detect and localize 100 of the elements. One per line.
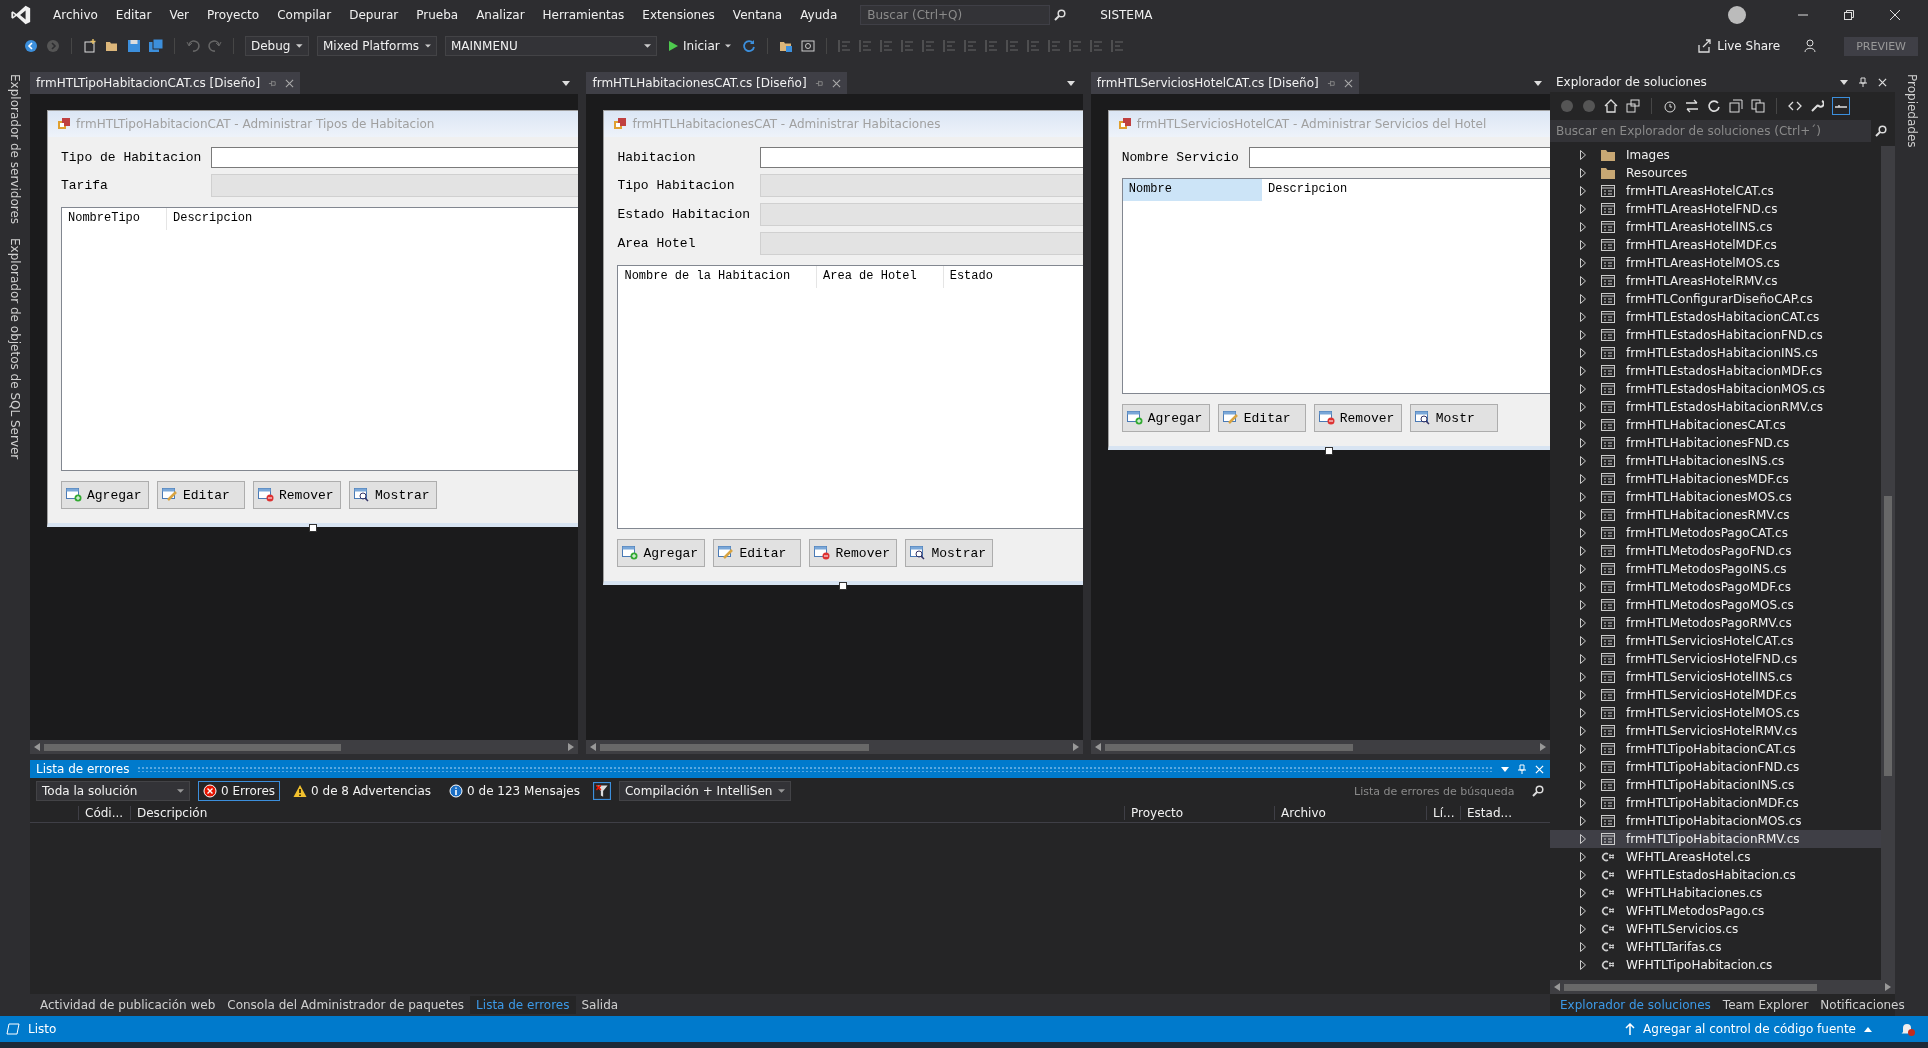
- column-header[interactable]: Nombre: [1122, 179, 1262, 201]
- side-panel-tab[interactable]: Explorador de servidores: [8, 74, 22, 225]
- menu-item[interactable]: Analizar: [467, 8, 534, 22]
- tree-item[interactable]: frmHTLAreasHotelRMV.cs: [1550, 272, 1881, 290]
- tree-item[interactable]: frmHTLServiciosHotelMDF.cs: [1550, 686, 1881, 704]
- sync-icon[interactable]: [1685, 99, 1699, 113]
- panel-tab[interactable]: Salida: [575, 996, 625, 1014]
- startup-project-dropdown[interactable]: MAINMENU: [445, 36, 657, 56]
- tree-item[interactable]: frmHTLAreasHotelMOS.cs: [1550, 254, 1881, 272]
- scroll-right-icon[interactable]: [568, 743, 575, 751]
- dropdown-arrow-icon[interactable]: [1840, 79, 1848, 85]
- dropdown-arrow-icon[interactable]: [562, 80, 571, 86]
- scope-dropdown[interactable]: Toda la solución: [36, 781, 190, 801]
- switch-views-icon[interactable]: [1626, 99, 1640, 113]
- menu-item[interactable]: Proyecto: [198, 8, 269, 22]
- undo-icon[interactable]: [186, 39, 200, 53]
- tree-item[interactable]: frmHTLTipoHabitacionMOS.cs: [1550, 812, 1881, 830]
- tree-item[interactable]: WFHTLServicios.cs: [1550, 920, 1881, 938]
- search-icon[interactable]: [1054, 9, 1067, 21]
- menu-item[interactable]: Editar: [106, 8, 161, 22]
- column-header[interactable]: Estad...: [1460, 806, 1520, 820]
- tree-item[interactable]: WFHTLHabitaciones.cs: [1550, 884, 1881, 902]
- tree-item[interactable]: frmHTLAreasHotelMDF.cs: [1550, 236, 1881, 254]
- platform-dropdown[interactable]: Mixed Platforms: [317, 36, 437, 56]
- scroll-right-icon[interactable]: [1072, 743, 1079, 751]
- close-icon[interactable]: [1343, 78, 1353, 88]
- dropdown-arrow-icon[interactable]: [1534, 80, 1542, 86]
- scrollbar-thumb[interactable]: [44, 743, 342, 751]
- scroll-left-icon[interactable]: [1094, 743, 1101, 751]
- column-header[interactable]: Archivo: [1274, 806, 1426, 820]
- form-button[interactable]: Remover: [1313, 404, 1402, 432]
- close-icon[interactable]: [285, 78, 295, 88]
- document-tab[interactable]: frmHTLTipoHabitacionCAT.cs [Diseño]: [30, 72, 301, 94]
- tree-item[interactable]: frmHTLMetodosPagoMOS.cs: [1550, 596, 1881, 614]
- tree-item[interactable]: WFHTLAreasHotel.cs: [1550, 848, 1881, 866]
- side-panel-tab[interactable]: Propiedades: [1904, 74, 1919, 148]
- folder-icon[interactable]: [105, 39, 119, 53]
- notification-bell-icon[interactable]: [1900, 1021, 1916, 1037]
- column-header[interactable]: Estado: [943, 266, 1019, 288]
- configuration-dropdown[interactable]: Debug: [245, 36, 309, 56]
- form-button[interactable]: Remover: [809, 539, 898, 567]
- scroll-left-icon[interactable]: [1554, 983, 1560, 991]
- resize-handle[interactable]: [839, 582, 848, 590]
- search-icon[interactable]: [1532, 785, 1544, 797]
- screenshot-icon[interactable]: [800, 39, 815, 53]
- filter-icon[interactable]: [592, 782, 611, 800]
- form-button[interactable]: Agregar: [1121, 404, 1210, 432]
- collapse-all-icon[interactable]: [1729, 99, 1743, 113]
- column-header[interactable]: Area de Hotel: [817, 266, 944, 288]
- tree-item[interactable]: Resources: [1550, 164, 1881, 182]
- scroll-right-icon[interactable]: [1885, 983, 1891, 991]
- menu-item[interactable]: Ver: [160, 8, 198, 22]
- horizontal-scrollbar[interactable]: [1090, 740, 1550, 754]
- menu-item[interactable]: Ventana: [723, 8, 792, 22]
- tree-item[interactable]: frmHTLMetodosPagoINS.cs: [1550, 560, 1881, 578]
- filter-toggle[interactable]: 0 de 8 Advertencias: [288, 781, 437, 801]
- filter-toggle[interactable]: 0 de 123 Mensajes: [444, 781, 585, 801]
- person-icon[interactable]: [1804, 39, 1819, 53]
- search-field[interactable]: Lista de errores de búsqueda: [1354, 782, 1524, 800]
- tree-item[interactable]: frmHTLServiciosHotelCAT.cs: [1550, 632, 1881, 650]
- horizontal-scrollbar[interactable]: [1550, 980, 1895, 994]
- menu-item[interactable]: Prueba: [407, 8, 468, 22]
- text-field[interactable]: [1248, 147, 1550, 168]
- form-button[interactable]: Mostrar: [905, 539, 994, 567]
- menu-item[interactable]: Compilar: [268, 8, 341, 22]
- dropdown-arrow-icon[interactable]: [1501, 766, 1509, 772]
- tree-item[interactable]: WFHTLTarifas.cs: [1550, 938, 1881, 956]
- tree-item[interactable]: frmHTLHabitacionesMOS.cs: [1550, 488, 1881, 506]
- tree-item[interactable]: frmHTLMetodosPagoFND.cs: [1550, 542, 1881, 560]
- new-project-icon[interactable]: [83, 39, 97, 53]
- wrench-icon[interactable]: [1810, 99, 1824, 113]
- close-icon[interactable]: [831, 78, 841, 88]
- filter-toggle[interactable]: 0 Errores: [198, 781, 281, 801]
- tree-item[interactable]: frmHTLEstadosHabitacionMDF.cs: [1550, 362, 1881, 380]
- code-icon[interactable]: [1788, 99, 1802, 113]
- tree-item[interactable]: frmHTLHabitacionesRMV.cs: [1550, 506, 1881, 524]
- scrollbar-thumb[interactable]: [1564, 983, 1817, 991]
- menu-item[interactable]: Depurar: [340, 8, 408, 22]
- column-header[interactable]: Descripcion: [167, 208, 279, 230]
- column-header[interactable]: Descripcion: [1262, 179, 1374, 201]
- tree-item[interactable]: frmHTLEstadosHabitacionRMV.cs: [1550, 398, 1881, 416]
- column-header[interactable]: Lí...: [1426, 806, 1460, 820]
- menu-item[interactable]: Archivo: [44, 8, 107, 22]
- start-button[interactable]: Iniciar: [665, 39, 734, 53]
- column-header[interactable]: Descripción: [130, 806, 1124, 820]
- tree-item[interactable]: frmHTLMetodosPagoMDF.cs: [1550, 578, 1881, 596]
- build-source-dropdown[interactable]: Compilación + IntelliSen: [618, 781, 792, 801]
- vertical-scrollbar[interactable]: [1881, 146, 1895, 980]
- menu-item[interactable]: Extensiones: [633, 8, 724, 22]
- document-tab[interactable]: frmHTLHabitacionesCAT.cs [Diseño]: [586, 72, 847, 94]
- tree-item[interactable]: frmHTLMetodosPagoRMV.cs: [1550, 614, 1881, 632]
- document-tab[interactable]: frmHTLServiciosHotelCAT.cs [Diseño]: [1090, 72, 1359, 94]
- tree-item[interactable]: frmHTLHabitacionesCAT.cs: [1550, 416, 1881, 434]
- dropdown-arrow-icon[interactable]: [1066, 80, 1075, 86]
- panel-tab[interactable]: Notificaciones: [1814, 996, 1911, 1014]
- side-panel-tab[interactable]: Explorador de objetos de SQL Server: [8, 238, 22, 460]
- form-button[interactable]: Agregar: [617, 539, 706, 567]
- resize-handle[interactable]: [308, 524, 317, 532]
- menu-item[interactable]: Herramientas: [533, 8, 634, 22]
- redo-icon[interactable]: [208, 39, 222, 53]
